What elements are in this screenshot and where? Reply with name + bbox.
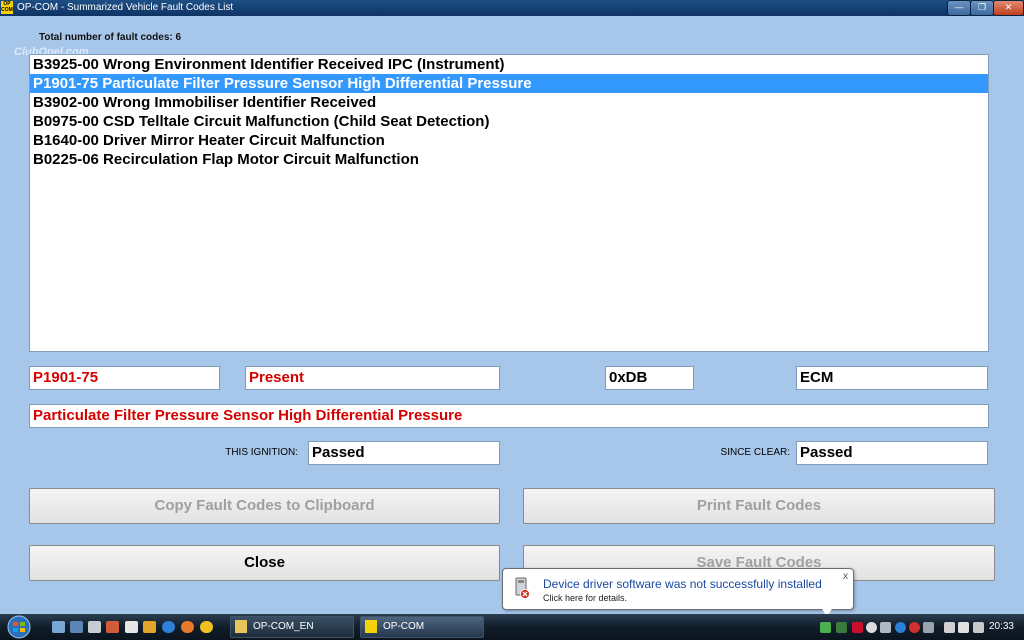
firefox-icon[interactable]	[181, 621, 194, 633]
tray-app-icon[interactable]	[958, 622, 969, 633]
driver-notification-balloon[interactable]: Device driver software was not successfu…	[502, 568, 854, 617]
clock[interactable]: 20:33	[989, 621, 1014, 632]
hex-code-field: 0xDB	[605, 366, 694, 390]
quicklaunch-app-icon[interactable]	[143, 621, 156, 633]
maximize-button[interactable]: ❐	[970, 0, 994, 16]
close-button[interactable]: Close	[29, 545, 500, 581]
minimize-button[interactable]: —	[947, 0, 971, 16]
print-fault-codes-button[interactable]: Print Fault Codes	[523, 488, 995, 524]
device-error-icon	[515, 577, 530, 599]
notification-close-icon[interactable]: x	[843, 571, 848, 582]
tray-device-icon[interactable]	[836, 622, 847, 633]
tray-ati-icon[interactable]	[852, 622, 863, 633]
this-ignition-field: Passed	[308, 441, 500, 465]
opcom-app-icon	[365, 620, 377, 633]
tray-app-icon[interactable]	[866, 622, 877, 633]
copy-fault-codes-button[interactable]: Copy Fault Codes to Clipboard	[29, 488, 500, 524]
fault-count-label: Total number of fault codes: 6	[39, 32, 182, 43]
fault-status-field: Present	[245, 366, 500, 390]
tray-app-icon[interactable]	[944, 622, 955, 633]
title-bar[interactable]: OP COM OP-COM - Summarized Vehicle Fault…	[0, 0, 1024, 16]
task-opcom[interactable]: OP-COM	[360, 616, 484, 638]
quicklaunch-app-icon[interactable]	[125, 621, 138, 633]
fault-code-row[interactable]: B1640-00 Driver Mirror Heater Circuit Ma…	[30, 131, 988, 150]
messenger-icon[interactable]	[200, 621, 213, 633]
fault-description-field: Particulate Filter Pressure Sensor High …	[29, 404, 989, 428]
tray-app-icon[interactable]	[880, 622, 891, 633]
fault-code-row[interactable]: B0225-06 Recirculation Flap Motor Circui…	[30, 150, 988, 169]
module-field: ECM	[796, 366, 988, 390]
since-clear-field: Passed	[796, 441, 988, 465]
tray-network-icon[interactable]	[820, 622, 831, 633]
folder-icon	[235, 620, 247, 633]
tray-security-icon[interactable]	[909, 622, 920, 633]
switch-windows-icon[interactable]	[70, 621, 83, 633]
notification-subtitle: Click here for details.	[543, 593, 628, 603]
close-icon: ✕	[1004, 2, 1013, 12]
internet-explorer-icon[interactable]	[162, 621, 175, 633]
minimize-icon: —	[954, 2, 964, 12]
fault-code-list[interactable]: B3925-00 Wrong Environment Identifier Re…	[29, 54, 989, 352]
task-opcom-en[interactable]: OP-COM_EN	[230, 616, 354, 638]
this-ignition-label: THIS IGNITION:	[225, 447, 298, 458]
close-window-button[interactable]: ✕	[993, 0, 1024, 16]
start-orb-icon[interactable]	[2, 615, 36, 639]
show-desktop-icon[interactable]	[52, 621, 65, 633]
window-title: OP-COM - Summarized Vehicle Fault Codes …	[17, 2, 234, 13]
notification-title: Device driver software was not successfu…	[543, 577, 822, 591]
tray-app-icon[interactable]	[923, 622, 934, 633]
fault-code-row[interactable]: B3902-00 Wrong Immobiliser Identifier Re…	[30, 93, 988, 112]
bluetooth-icon[interactable]	[895, 622, 906, 633]
quicklaunch-app-icon[interactable]	[106, 621, 119, 633]
opcom-app-icon: OP COM	[1, 1, 13, 14]
taskbar: OP-COM_EN OP-COM 20:33	[0, 614, 1024, 640]
since-clear-label: SINCE CLEAR:	[720, 447, 790, 458]
quicklaunch-app-icon[interactable]	[88, 621, 101, 633]
restore-icon: ❐	[977, 2, 987, 12]
fault-code-field: P1901-75	[29, 366, 220, 390]
fault-code-row[interactable]: P1901-75 Particulate Filter Pressure Sen…	[30, 74, 988, 93]
fault-code-row[interactable]: B0975-00 CSD Telltale Circuit Malfunctio…	[30, 112, 988, 131]
main-window-client: ClubOpel.com Total number of fault codes…	[0, 16, 1024, 614]
fault-code-row[interactable]: B3925-00 Wrong Environment Identifier Re…	[30, 55, 988, 74]
volume-icon[interactable]	[973, 622, 984, 633]
